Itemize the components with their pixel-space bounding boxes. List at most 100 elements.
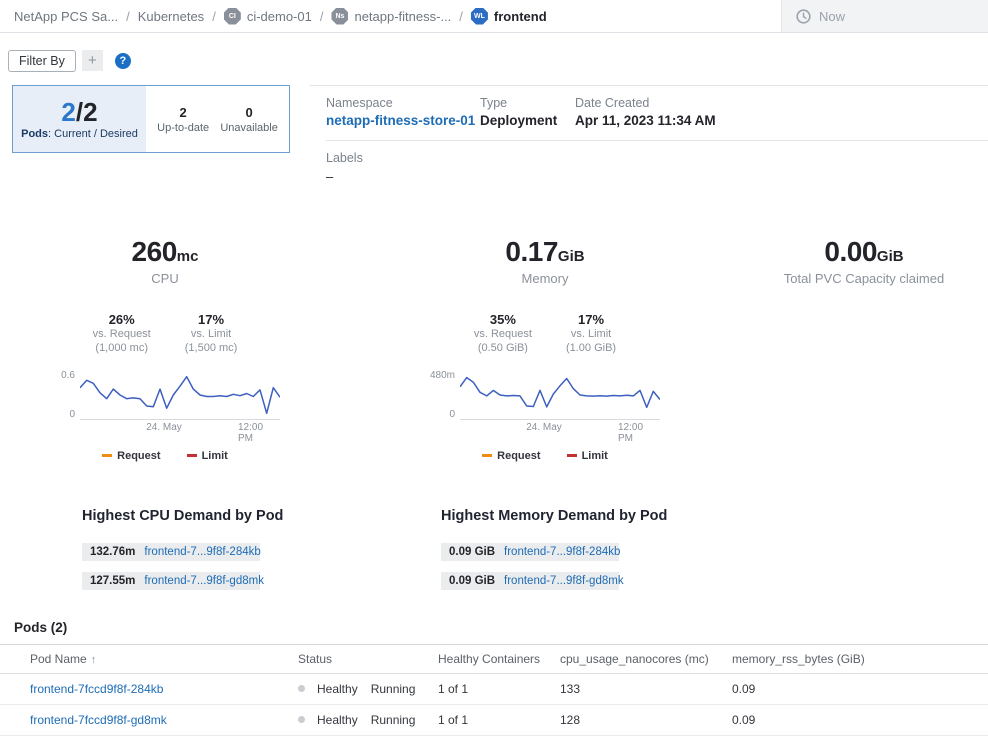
memory-vs-request: 35% vs. Request (0.50 GiB)	[474, 312, 532, 356]
workload-info-panel: Namespace netapp-fitness-store-01 Type D…	[310, 85, 988, 184]
add-filter-button[interactable]: +	[82, 50, 103, 71]
request-dash-icon	[102, 454, 112, 457]
cpu-metric: 260mc CPU 26% vs. Request (1,000 mc) 17%…	[0, 236, 330, 462]
highest-cpu-demand: Highest CPU Demand by Pod 132.76m fronte…	[82, 508, 359, 590]
filter-toolbar: Filter By + ?	[0, 33, 988, 75]
overview-row: 2/2 Pods: Current / Desired 2 Up-to-date…	[12, 85, 988, 184]
breadcrumb-item-cluster[interactable]: CI ci-demo-01	[224, 8, 312, 25]
column-header-pod-name[interactable]: Pod Name↑	[30, 652, 298, 666]
highest-memory-demand-title: Highest Memory Demand by Pod	[441, 508, 718, 524]
memory-sparkline	[460, 370, 660, 420]
pod-name-link[interactable]: frontend-7fccd9f8f-284kb	[30, 682, 298, 696]
cpu-sparkline-plot	[80, 370, 280, 420]
column-header-status[interactable]: Status	[298, 652, 438, 666]
pvc-label: Total PVC Capacity claimed	[784, 271, 944, 286]
legend-limit[interactable]: Limit	[187, 450, 228, 462]
filter-by-button[interactable]: Filter By	[8, 50, 76, 72]
cluster-icon: CI	[224, 8, 241, 25]
column-header-cpu-usage[interactable]: cpu_usage_nanocores (mc)	[560, 652, 732, 666]
labels-field: Labels –	[326, 141, 988, 184]
time-range-selector[interactable]: Now	[781, 0, 988, 32]
demand-row: Highest CPU Demand by Pod 132.76m fronte…	[0, 508, 988, 590]
cpu-chart-legend: Request Limit	[102, 450, 228, 462]
legend-limit[interactable]: Limit	[567, 450, 608, 462]
breadcrumb-item-kubernetes[interactable]: Kubernetes	[138, 9, 205, 24]
breadcrumb-item-namespace[interactable]: Ns netapp-fitness-...	[331, 8, 451, 25]
column-header-memory-rss[interactable]: memory_rss_bytes (GiB)	[732, 652, 988, 666]
breadcrumb: NetApp PCS Sa... / Kubernetes / CI ci-de…	[0, 0, 781, 32]
pods-summary-stats: 2 Up-to-date 0 Unavailable	[146, 86, 289, 152]
memory-rss-cell: 0.09	[732, 713, 988, 727]
pod-link[interactable]: frontend-7...9f8f-gd8mk	[144, 575, 264, 587]
pod-link[interactable]: frontend-7...9f8f-284kb	[504, 546, 620, 558]
breadcrumb-item-tenant[interactable]: NetApp PCS Sa...	[14, 9, 118, 24]
breadcrumb-item-workload: WL frontend	[471, 8, 547, 25]
memory-value: 0.17GiB	[505, 236, 584, 268]
cpu-chart: 0.6 0 24. May 12:00 PM	[50, 370, 280, 434]
memory-metric: 0.17GiB Memory 35% vs. Request (0.50 GiB…	[350, 236, 740, 462]
pod-name-link[interactable]: frontend-7fccd9f8f-gd8mk	[30, 713, 298, 727]
metrics-row: 260mc CPU 26% vs. Request (1,000 mc) 17%…	[0, 236, 988, 462]
namespace-icon: Ns	[331, 8, 348, 25]
memory-sparkline-plot	[460, 370, 660, 420]
sort-asc-icon: ↑	[91, 654, 97, 666]
pods-table-header: Pod Name↑ Status Healthy Containers cpu_…	[0, 645, 988, 674]
status-cell: Healthy Running	[298, 682, 438, 696]
pods-summary-card[interactable]: 2/2 Pods: Current / Desired 2 Up-to-date…	[12, 85, 290, 153]
highest-memory-demand: Highest Memory Demand by Pod 0.09 GiB fr…	[441, 508, 718, 590]
memory-chart-yaxis: 480m 0	[430, 370, 460, 420]
cpu-stats: 26% vs. Request (1,000 mc) 17% vs. Limit…	[93, 312, 238, 356]
top-bar: NetApp PCS Sa... / Kubernetes / CI ci-de…	[0, 0, 988, 33]
pod-link[interactable]: frontend-7...9f8f-gd8mk	[504, 575, 624, 587]
pods-ratio: 2/2	[61, 98, 97, 127]
legend-request[interactable]: Request	[102, 450, 160, 462]
memory-demand-bar: 0.09 GiB frontend-7...9f8f-gd8mk	[441, 572, 619, 590]
cpu-demand-bar: 127.55m frontend-7...9f8f-gd8mk	[82, 572, 260, 590]
breadcrumb-separator: /	[459, 9, 463, 24]
column-header-healthy-containers[interactable]: Healthy Containers	[438, 652, 560, 666]
pvc-value: 0.00GiB	[824, 236, 903, 268]
memory-stats: 35% vs. Request (0.50 GiB) 17% vs. Limit…	[474, 312, 616, 356]
cpu-chart-xaxis: 24. May 12:00 PM	[80, 420, 280, 434]
memory-chart-xaxis: 24. May 12:00 PM	[460, 420, 660, 434]
cpu-usage-cell: 133	[560, 682, 732, 696]
cpu-chart-yaxis: 0.6 0	[50, 370, 80, 420]
cpu-sparkline	[80, 370, 280, 420]
cpu-vs-limit: 17% vs. Limit (1,500 mc)	[185, 312, 238, 356]
memory-rss-cell: 0.09	[732, 682, 988, 696]
unavailable-stat: 0 Unavailable	[220, 105, 277, 134]
memory-demand-bar: 0.09 GiB frontend-7...9f8f-284kb	[441, 543, 619, 561]
cpu-usage-cell: 128	[560, 713, 732, 727]
breadcrumb-separator: /	[320, 9, 324, 24]
pods-section-title: Pods (2)	[0, 620, 988, 635]
namespace-link[interactable]: netapp-fitness-store-01	[326, 113, 480, 128]
pods-current-desired: 2/2 Pods: Current / Desired	[13, 86, 146, 152]
limit-dash-icon	[567, 454, 577, 457]
status-cell: Healthy Running	[298, 713, 438, 727]
up-to-date-stat: 2 Up-to-date	[157, 105, 209, 134]
status-dot-icon	[298, 716, 305, 723]
table-row: frontend-7fccd9f8f-284kb Healthy Running…	[0, 674, 988, 705]
pods-section: Pods (2) Pod Name↑ Status Healthy Contai…	[0, 620, 988, 736]
healthy-containers-cell: 1 of 1	[438, 682, 560, 696]
help-icon[interactable]: ?	[115, 53, 131, 69]
breadcrumb-separator: /	[126, 9, 130, 24]
pods-ratio-label: Pods: Current / Desired	[21, 128, 138, 140]
memory-chart-legend: Request Limit	[482, 450, 608, 462]
cpu-value: 260mc	[132, 236, 199, 268]
cpu-demand-bar: 132.76m frontend-7...9f8f-284kb	[82, 543, 260, 561]
cpu-label: CPU	[151, 271, 178, 286]
request-dash-icon	[482, 454, 492, 457]
type-field: Type Deployment	[480, 96, 575, 128]
info-fields: Namespace netapp-fitness-store-01 Type D…	[326, 96, 988, 141]
pod-link[interactable]: frontend-7...9f8f-284kb	[144, 546, 260, 558]
legend-request[interactable]: Request	[482, 450, 540, 462]
healthy-containers-cell: 1 of 1	[438, 713, 560, 727]
date-created-field: Date Created Apr 11, 2023 11:34 AM	[575, 96, 988, 128]
limit-dash-icon	[187, 454, 197, 457]
highest-cpu-demand-title: Highest CPU Demand by Pod	[82, 508, 359, 524]
status-dot-icon	[298, 685, 305, 692]
memory-chart: 480m 0 24. May 12:00 PM	[430, 370, 660, 434]
time-range-label: Now	[819, 9, 845, 24]
memory-vs-limit: 17% vs. Limit (1.00 GiB)	[566, 312, 616, 356]
